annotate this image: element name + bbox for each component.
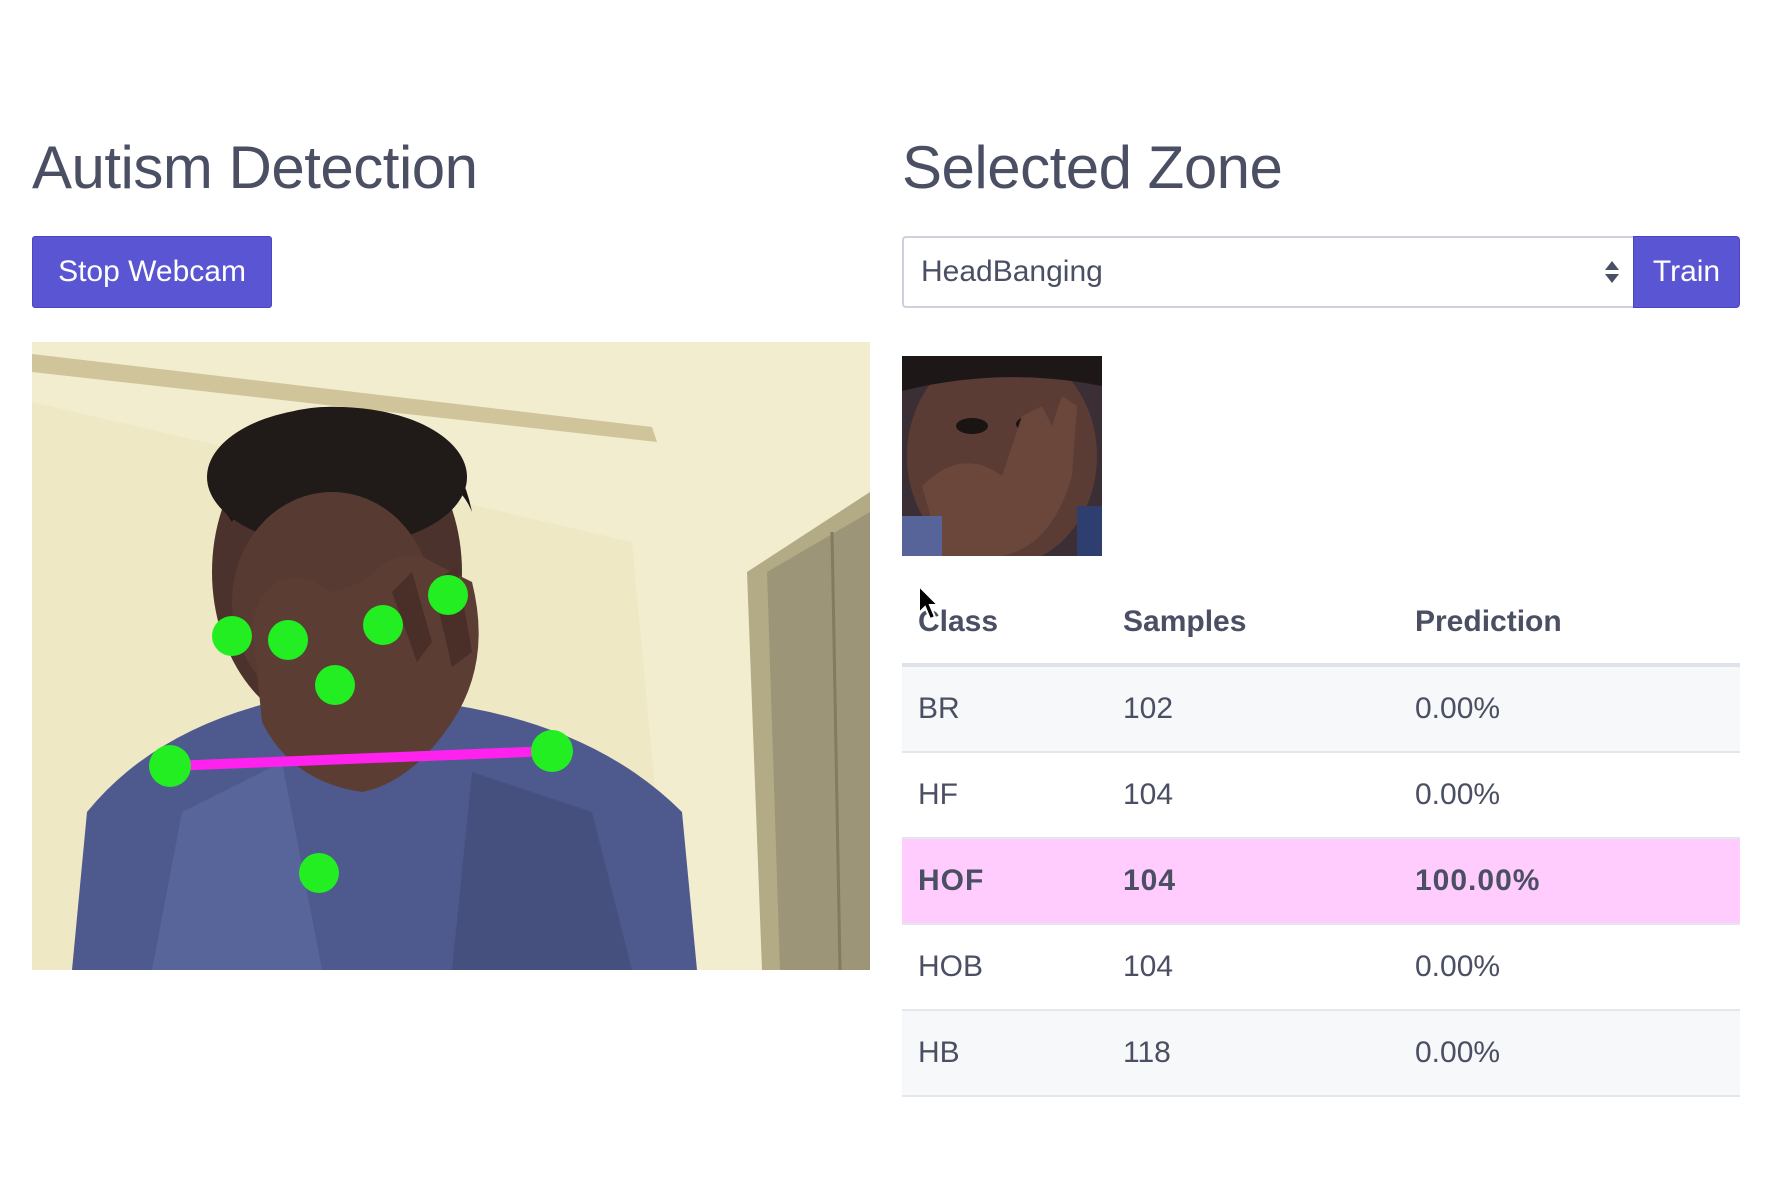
cell-samples: 102 [1107, 665, 1399, 753]
webcam-feed [32, 342, 870, 970]
right-panel: Selected Zone HeadBanging Train Class Sa… [902, 120, 1740, 1097]
stop-webcam-button[interactable]: Stop Webcam [32, 236, 272, 308]
section-title: Selected Zone [902, 134, 1283, 201]
cell-prediction: 100.00% [1399, 838, 1740, 925]
page-title: Autism Detection [32, 134, 478, 201]
zone-thumbnail [902, 356, 1102, 556]
cell-class: HOB [902, 924, 1107, 1011]
class-table: Class Samples Prediction BR 102 0.00% HF… [902, 581, 1740, 1097]
zone-select[interactable]: HeadBanging [902, 236, 1633, 308]
mouse-cursor-icon [918, 585, 940, 621]
cell-class: HF [902, 752, 1107, 839]
cell-prediction: 0.00% [1399, 665, 1740, 753]
table-row: HB 118 0.00% [902, 1010, 1740, 1097]
table-row: HOB 104 0.00% [902, 924, 1740, 1011]
cell-class: HB [902, 1010, 1107, 1097]
zone-thumbnail-image [902, 356, 1102, 556]
zone-select-value: HeadBanging [921, 255, 1103, 288]
table-header-row: Class Samples Prediction [902, 581, 1740, 667]
header-prediction: Prediction [1399, 581, 1740, 667]
select-arrows-icon [1605, 261, 1619, 283]
header-samples: Samples [1107, 581, 1399, 667]
cell-class: HOF [902, 838, 1107, 925]
cell-samples: 118 [1107, 1010, 1399, 1097]
cell-prediction: 0.00% [1399, 924, 1740, 1011]
left-panel: Autism Detection Stop Webcam [32, 120, 870, 970]
cell-samples: 104 [1107, 924, 1399, 1011]
train-button[interactable]: Train [1633, 236, 1740, 308]
cell-prediction: 0.00% [1399, 752, 1740, 839]
cell-class: BR [902, 665, 1107, 753]
cell-samples: 104 [1107, 838, 1399, 925]
zone-select-group: HeadBanging Train [902, 236, 1740, 308]
cell-prediction: 0.00% [1399, 1010, 1740, 1097]
table-row-highlighted: HOF 104 100.00% [902, 838, 1740, 925]
webcam-image [32, 342, 870, 970]
table-row: BR 102 0.00% [902, 665, 1740, 753]
cell-samples: 104 [1107, 752, 1399, 839]
table-row: HF 104 0.00% [902, 752, 1740, 839]
